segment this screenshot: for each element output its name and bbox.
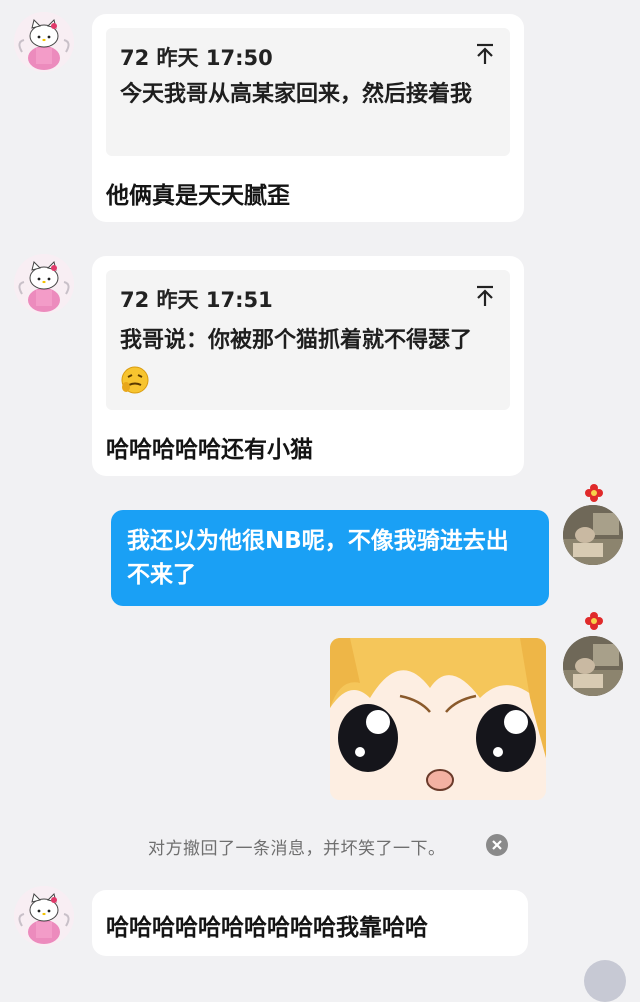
contact-avatar[interactable] [14,886,74,946]
quote-meta: 72 昨天 17:51 [120,288,273,312]
quoted-message[interactable]: 72 昨天 17:51 我哥说：你被那个猫抓着就不得瑟了 [106,270,510,410]
message-text: 他俩真是天天腻歪 [106,183,290,209]
hello-kitty-avatar-icon [14,254,74,314]
pin-to-top-icon[interactable] [474,284,496,308]
smirk-emoji-icon [121,366,149,394]
my-avatar[interactable] [563,636,623,696]
quote-meta: 72 昨天 17:50 [120,46,273,70]
recall-notice-text: 对方撤回了一条消息，并坏笑了一下。 [148,839,446,859]
message-text: 哈哈哈哈哈还有小猫 [106,437,313,463]
pin-to-top-icon[interactable] [474,42,496,66]
received-message-bubble[interactable]: 72 昨天 17:50 今天我哥从高某家回来，然后接着我 他俩真是天天腻歪 [92,14,524,222]
quote-text-content: 我哥说：你被那个猫抓着就不得瑟了 [120,328,473,353]
scroll-to-bottom-button[interactable] [584,960,626,1002]
close-circle-icon[interactable] [486,834,508,856]
my-avatar[interactable] [563,505,623,565]
close-icon [492,840,502,850]
crying-anime-girl-sticker-icon [330,638,546,800]
red-flower-icon [585,612,603,630]
sticker-image[interactable] [330,638,546,800]
hello-kitty-avatar-icon [14,12,74,72]
red-flower-icon [585,484,603,502]
received-message-bubble[interactable]: 哈哈哈哈哈哈哈哈哈哈我靠哈哈 [92,890,528,956]
contact-avatar[interactable] [14,12,74,72]
quoted-message[interactable]: 72 昨天 17:50 今天我哥从高某家回来，然后接着我 [106,28,510,156]
photo-avatar-icon [563,636,623,696]
received-message-bubble[interactable]: 72 昨天 17:51 我哥说：你被那个猫抓着就不得瑟了 哈哈哈哈哈还有小猫 [92,256,524,476]
contact-avatar[interactable] [14,254,74,314]
hello-kitty-avatar-icon [14,886,74,946]
message-text: 哈哈哈哈哈哈哈哈哈哈我靠哈哈 [106,915,428,941]
sent-message-bubble[interactable]: 我还以为他很NB呢，不像我骑进去出不来了 [111,510,549,606]
quote-text: 我哥说：你被那个猫抓着就不得瑟了 [120,320,480,404]
quote-text: 今天我哥从高某家回来，然后接着我 [120,82,473,107]
photo-avatar-icon [563,505,623,565]
sent-message-text: 我还以为他很NB呢，不像我骑进去出不来了 [127,528,509,588]
